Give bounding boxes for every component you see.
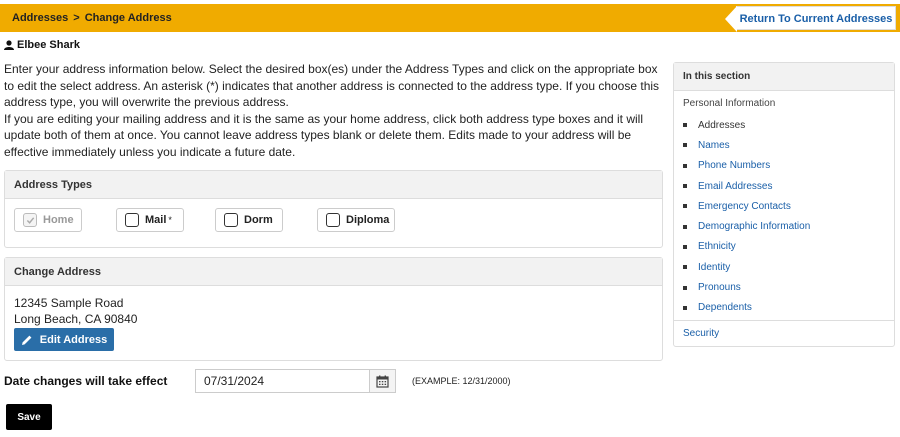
- bullet-icon: [683, 204, 687, 209]
- change-address-heading: Change Address: [5, 258, 662, 286]
- user-name: Elbee Shark: [4, 39, 80, 51]
- bullet-icon: [683, 244, 687, 249]
- sidebar-item-dependents[interactable]: Dependents: [683, 298, 810, 318]
- bullet-icon: [683, 123, 687, 128]
- breadcrumb-current: Change Address: [84, 12, 172, 24]
- mail-checkbox[interactable]: [125, 213, 139, 227]
- return-to-current-addresses-button[interactable]: Return To Current Addresses: [725, 6, 896, 32]
- sidebar-item-label: Pronouns: [698, 282, 741, 294]
- sidebar-list: Addresses Names Phone Numbers Email Addr…: [683, 115, 810, 318]
- breadcrumb-separator: >: [73, 12, 80, 24]
- sidebar-item-security[interactable]: Security: [683, 328, 719, 339]
- calendar-icon: [376, 375, 389, 388]
- dorm-label: Dorm: [244, 214, 273, 226]
- date-example-hint: (EXAMPLE: 12/31/2000): [412, 376, 511, 386]
- user-icon: [4, 40, 14, 50]
- save-button[interactable]: Save: [6, 404, 52, 430]
- sidebar-item-names[interactable]: Names: [683, 135, 810, 155]
- effective-date-label: Date changes will take effect: [4, 374, 168, 388]
- calendar-button[interactable]: [369, 369, 396, 393]
- edit-address-button[interactable]: Edit Address: [14, 328, 114, 351]
- sidebar-item-label: Ethnicity: [698, 241, 736, 253]
- address-line-2: Long Beach, CA 90840: [14, 312, 138, 326]
- bullet-icon: [683, 265, 687, 270]
- bullet-icon: [683, 143, 687, 148]
- sidebar-item-emergency-contacts[interactable]: Emergency Contacts: [683, 196, 810, 216]
- bullet-icon: [683, 305, 687, 310]
- user-name-text: Elbee Shark: [17, 39, 80, 51]
- address-types-heading: Address Types: [5, 171, 662, 199]
- sidebar-item-ethnicity[interactable]: Ethnicity: [683, 237, 810, 257]
- sidebar-item-label: Emergency Contacts: [698, 200, 791, 212]
- sidebar-item-pronouns[interactable]: Pronouns: [683, 277, 810, 297]
- sidebar-item-demographic-information[interactable]: Demographic Information: [683, 216, 810, 236]
- sidebar-item-identity[interactable]: Identity: [683, 257, 810, 277]
- bullet-icon: [683, 163, 687, 168]
- sidebar-item-label: Addresses: [698, 119, 746, 131]
- mail-label: Mail: [145, 214, 167, 226]
- sidebar-group-personal-information: Personal Information: [683, 98, 776, 109]
- address-type-dorm[interactable]: Dorm: [215, 208, 283, 232]
- breadcrumb-bar: Addresses > Change Address Return To Curre…: [0, 4, 900, 32]
- address-line-1: 12345 Sample Road: [14, 296, 124, 310]
- sidebar-item-label: Identity: [698, 261, 731, 273]
- intro-text: Enter your address information below. Se…: [4, 61, 664, 160]
- effective-date-input[interactable]: [195, 369, 370, 393]
- address-type-mail[interactable]: Mail *: [116, 208, 184, 232]
- check-icon: [26, 216, 34, 224]
- sidebar-item-label: Demographic Information: [698, 221, 811, 233]
- diploma-checkbox[interactable]: [326, 213, 340, 227]
- in-this-section-sidebar: In this section Personal Information Add…: [673, 62, 895, 347]
- sidebar-item-label: Email Addresses: [698, 180, 773, 192]
- sidebar-item-label: Phone Numbers: [698, 160, 771, 172]
- dorm-checkbox[interactable]: [224, 213, 238, 227]
- sidebar-item-phone-numbers[interactable]: Phone Numbers: [683, 156, 810, 176]
- mail-asterisk: *: [168, 215, 172, 225]
- sidebar-item-addresses[interactable]: Addresses: [683, 115, 810, 135]
- sidebar-heading: In this section: [674, 63, 894, 91]
- bullet-icon: [683, 285, 687, 290]
- sidebar-item-label: Dependents: [698, 302, 752, 314]
- home-label: Home: [43, 214, 74, 226]
- pencil-icon: [21, 335, 32, 345]
- intro-paragraph-2: If you are editing your mailing address …: [4, 111, 643, 159]
- sidebar-divider: [674, 320, 894, 321]
- address-type-home: Home: [14, 208, 82, 232]
- address-type-diploma[interactable]: Diploma: [317, 208, 395, 232]
- diploma-label: Diploma: [346, 214, 390, 226]
- intro-paragraph-1: Enter your address information below. Se…: [4, 62, 660, 109]
- address-types-panel: Address Types Home Mail * Dorm Diploma: [4, 170, 663, 248]
- home-checkbox: [23, 213, 37, 227]
- breadcrumb-parent[interactable]: Addresses: [12, 12, 68, 24]
- sidebar-item-label: Names: [698, 139, 730, 151]
- edit-address-label: Edit Address: [39, 333, 108, 346]
- breadcrumb: Addresses > Change Address: [12, 4, 172, 32]
- sidebar-item-email-addresses[interactable]: Email Addresses: [683, 176, 810, 196]
- bullet-icon: [683, 224, 687, 229]
- change-address-panel: Change Address 12345 Sample Road Long Be…: [4, 257, 663, 361]
- bullet-icon: [683, 184, 687, 189]
